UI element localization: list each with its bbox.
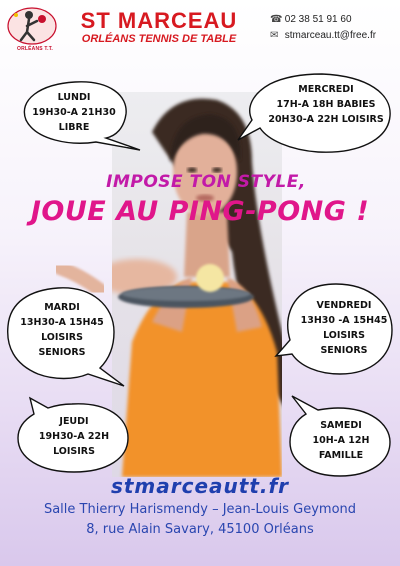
player-illustration	[112, 98, 282, 477]
schedule-jeudi: JEUDI 19H30-A 22H LOISIRS	[24, 414, 124, 459]
time-label: 19H30-A 22H	[38, 431, 110, 442]
phone-icon: ☎	[270, 14, 283, 25]
category-label: LIBRE	[58, 122, 90, 133]
day-label: LUNDI	[57, 92, 91, 103]
club-logo: ORLÉANS T.T.	[6, 6, 58, 54]
email-address: stmarceau.tt@free.fr	[284, 30, 377, 41]
player-photo	[112, 92, 282, 477]
category-label: SENIORS	[38, 347, 86, 358]
time-label: 10H-A 12H	[312, 435, 370, 446]
contact-phone: ☎ 02 38 51 91 60	[270, 14, 352, 25]
category-label: LOISIRS	[41, 332, 83, 343]
schedule-lundi: LUNDI 19H30-A 21H30 LIBRE	[28, 90, 120, 135]
phone-number: 02 38 51 91 60	[284, 14, 352, 25]
paddle-logo-icon	[7, 7, 57, 45]
time-label: 13H30-A 15H45	[20, 317, 104, 328]
venue-name: Salle Thierry Harismendy – Jean-Louis Ge…	[43, 502, 357, 517]
day-label: MARDI	[44, 302, 80, 313]
day-label: VENDREDI	[316, 300, 372, 311]
time-label: 13H30 -A 15H45	[300, 315, 388, 326]
time-label: 17H-A 18H BABIES	[276, 99, 376, 110]
slogan-line-1: IMPOSE TON STYLE,	[106, 172, 306, 192]
poster: ORLÉANS T.T. ST MARCEAU ORLÉANS TENNIS D…	[0, 0, 400, 566]
slogan-line-2: JOUE AU PING-PONG !	[30, 196, 370, 227]
category-label: LOISIRS	[323, 330, 365, 341]
logo-caption: ORLÉANS T.T.	[16, 46, 53, 52]
day-label: SAMEDI	[320, 420, 362, 431]
schedule-mardi: MARDI 13H30-A 15H45 LOISIRS SENIORS	[14, 300, 110, 360]
time-label: 20H30-A 22H LOISIRS	[268, 114, 384, 125]
website-link[interactable]: stmarceautt.fr	[0, 474, 400, 498]
day-label: JEUDI	[59, 416, 89, 427]
category-label: LOISIRS	[53, 446, 95, 457]
contact-email: ✉ stmarceau.tt@free.fr	[270, 30, 376, 41]
time-label: 19H30-A 21H30	[32, 107, 116, 118]
mail-icon: ✉	[270, 30, 279, 41]
day-label: MERCREDI	[298, 84, 354, 95]
category-label: FAMILLE	[318, 450, 364, 461]
venue-address: 8, rue Alain Savary, 45100 Orléans	[86, 522, 314, 537]
category-label: SENIORS	[320, 345, 368, 356]
schedule-samedi: SAMEDI 10H-A 12H FAMILLE	[294, 418, 388, 463]
club-subtitle: ORLÉANS TENNIS DE TABLE	[81, 33, 237, 45]
club-name: ST MARCEAU	[80, 8, 238, 33]
schedule-mercredi: MERCREDI 17H-A 18H BABIES 20H30-A 22H LO…	[262, 82, 390, 127]
schedule-vendredi: VENDREDI 13H30 -A 15H45 LOISIRS SENIORS	[298, 298, 390, 358]
